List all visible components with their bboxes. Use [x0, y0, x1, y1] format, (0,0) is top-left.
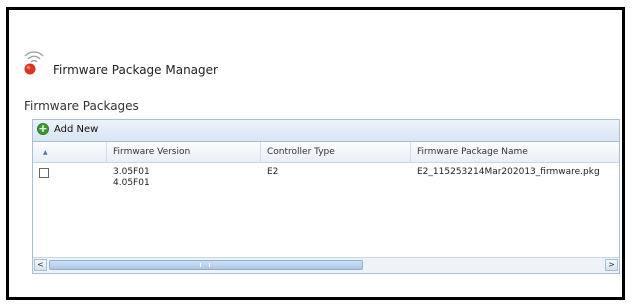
firmware-version-line: 3.05F01 — [113, 167, 150, 177]
firmware-version-cell: 3.05F01 4.05F01 — [113, 167, 150, 189]
column-header-select[interactable]: ▲ — [33, 142, 107, 162]
scrollbar-grip — [200, 263, 210, 267]
grid-body: 3.05F01 4.05F01 E2 E2_115253214Mar202013… — [33, 163, 619, 254]
controller-type-cell: E2 — [267, 167, 279, 177]
grid-header: ▲ Firmware Version Controller Type Firmw… — [33, 142, 619, 163]
scrollbar-thumb[interactable] — [49, 260, 363, 270]
table-row[interactable]: 3.05F01 4.05F01 E2 E2_115253214Mar202013… — [33, 163, 619, 195]
row-checkbox[interactable] — [39, 168, 49, 178]
firmware-packages-panel: + Add New ▲ Firmware Version Controller … — [32, 119, 620, 274]
firmware-version-line: 4.05F01 — [113, 178, 150, 188]
toolbar: + Add New — [33, 120, 619, 142]
horizontal-scrollbar[interactable]: < > — [33, 257, 619, 273]
column-header-package-name[interactable]: Firmware Package Name — [411, 142, 621, 162]
window-frame: Firmware Package Manager Firmware Packag… — [6, 7, 625, 300]
section-title: Firmware Packages — [24, 99, 139, 113]
scroll-left-button[interactable]: < — [34, 259, 47, 271]
package-name-cell: E2_115253214Mar202013_firmware.pkg — [417, 167, 600, 177]
column-header-firmware-version[interactable]: Firmware Version — [107, 142, 261, 162]
scroll-right-button[interactable]: > — [605, 259, 618, 271]
app-title: Firmware Package Manager — [53, 63, 218, 77]
wireless-logo-icon — [24, 51, 44, 75]
column-header-controller-type[interactable]: Controller Type — [261, 142, 411, 162]
plus-icon: + — [37, 122, 49, 135]
add-new-button[interactable]: + Add New — [37, 123, 98, 135]
sort-up-icon[interactable]: ▲ — [39, 149, 48, 156]
add-new-label: Add New — [54, 123, 99, 135]
